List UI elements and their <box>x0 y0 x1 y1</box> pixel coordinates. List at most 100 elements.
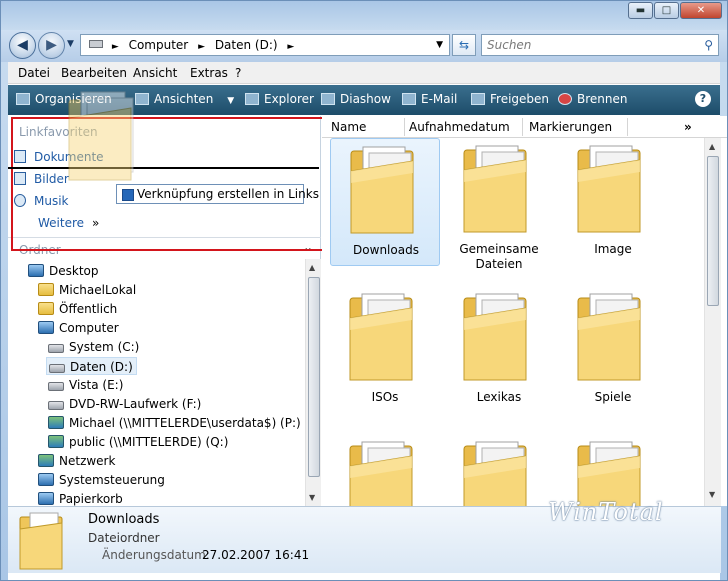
user-folder-icon <box>38 283 54 296</box>
minimize-icon: ▬ <box>635 5 646 16</box>
forward-button[interactable]: ▶ <box>38 32 65 59</box>
refresh-icon: ⇆ <box>458 38 470 52</box>
tree-label: Öffentlich <box>59 302 118 316</box>
tree-item-public-q[interactable]: public (\\MITTELERDE) (Q:) <box>48 433 228 451</box>
folder-item[interactable]: Gemeinsame Dateien <box>444 138 554 271</box>
drive-icon <box>89 40 103 48</box>
diashow-button[interactable]: Diashow <box>321 92 391 106</box>
tree-item-vista-e[interactable]: Vista (E:) <box>48 376 123 394</box>
back-button[interactable]: ◀ <box>9 32 36 59</box>
tree-item-netzwerk[interactable]: Netzwerk <box>38 452 115 470</box>
window-frame-left <box>0 62 8 581</box>
breadcrumb-arrow-icon[interactable]: ► <box>287 42 294 52</box>
watermark-logo: WinTotal <box>548 498 664 526</box>
breadcrumb-computer[interactable]: Computer <box>129 38 189 52</box>
email-button[interactable]: E-Mail <box>402 92 457 106</box>
column-separator[interactable] <box>522 118 523 136</box>
folder-icon <box>463 293 527 381</box>
network-drive-icon <box>48 416 64 429</box>
tree-label: Daten (D:) <box>70 360 133 374</box>
column-separator[interactable] <box>627 118 628 136</box>
content-scroll-thumb[interactable] <box>707 156 719 306</box>
folder-tree: Desktop MichaelLokal Öffentlich Computer… <box>8 259 304 506</box>
folder-item[interactable]: Downloads <box>330 138 440 266</box>
tree-label: Papierkorb <box>59 492 123 506</box>
tree-item-daten-d[interactable]: Daten (D:) <box>46 357 137 375</box>
content-scrollbar[interactable]: ▲ ▼ <box>704 138 721 506</box>
diashow-label: Diashow <box>340 92 391 106</box>
tree-item-michaellokal[interactable]: MichaelLokal <box>38 281 136 299</box>
close-button[interactable]: ✕ <box>680 2 722 19</box>
folder-icon <box>463 145 527 233</box>
search-placeholder: Suchen <box>487 38 532 52</box>
scroll-down-icon[interactable]: ▼ <box>309 493 315 502</box>
slideshow-icon <box>321 93 335 105</box>
folder-label: Lexikas <box>476 390 522 404</box>
network-drive-icon <box>48 435 64 448</box>
computer-icon <box>38 321 54 334</box>
control-panel-icon <box>38 473 54 486</box>
tree-item-oeffentlich[interactable]: Öffentlich <box>38 300 117 318</box>
column-name[interactable]: Name <box>331 120 366 134</box>
tree-scrollbar[interactable]: ▲ ▼ <box>305 259 321 506</box>
menu-datei[interactable]: Datei <box>18 66 50 80</box>
address-row: ◀ ▶ ▼ ► Computer ► Daten (D:) ► ▼ ⇆ Such… <box>0 30 728 62</box>
folder-icon <box>577 293 641 381</box>
email-label: E-Mail <box>421 92 458 106</box>
help-icon: ? <box>699 92 707 105</box>
details-date-label: Änderungsdatum: <box>102 548 210 562</box>
help-button[interactable]: ? <box>695 91 711 107</box>
organize-icon <box>16 93 30 105</box>
search-input[interactable]: Suchen ⚲ <box>481 34 719 56</box>
refresh-button[interactable]: ⇆ <box>452 34 476 56</box>
column-aufnahmedatum[interactable]: Aufnahmedatum <box>409 120 510 134</box>
tree-item-systemsteuerung[interactable]: Systemsteuerung <box>38 471 165 489</box>
arrow-left-icon: ◀ <box>17 37 28 53</box>
history-dropdown-icon[interactable]: ▼ <box>67 39 74 49</box>
menu-help[interactable]: ? <box>235 66 241 80</box>
menu-bearbeiten[interactable]: Bearbeiten <box>61 66 127 80</box>
network-icon <box>38 454 54 467</box>
folder-item[interactable]: Image <box>558 138 668 266</box>
breadcrumb-arrow-icon[interactable]: ► <box>198 42 205 52</box>
tree-item-system-c[interactable]: System (C:) <box>48 338 139 356</box>
breadcrumb-arrow-icon[interactable]: ► <box>112 42 119 52</box>
scroll-up-icon[interactable]: ▲ <box>709 142 715 151</box>
explorer-button[interactable]: Explorer <box>245 92 314 106</box>
tree-item-desktop[interactable]: Desktop <box>28 262 99 280</box>
tree-label: DVD-RW-Laufwerk (F:) <box>69 397 202 411</box>
tree-label: Desktop <box>49 264 99 278</box>
folder-icon <box>19 512 63 570</box>
maximize-button[interactable]: □ <box>654 2 679 19</box>
menu-extras[interactable]: Extras <box>190 66 228 80</box>
explorer-icon <box>245 93 259 105</box>
folder-label: Downloads <box>353 243 419 257</box>
folder-item[interactable]: Lexikas <box>444 286 554 414</box>
tree-item-dvd-f[interactable]: DVD-RW-Laufwerk (F:) <box>48 395 201 413</box>
folder-item[interactable]: ISOs <box>330 286 440 414</box>
folder-item[interactable]: Spiele <box>558 286 668 414</box>
tree-label: MichaelLokal <box>59 283 137 297</box>
tree-scroll-thumb[interactable] <box>308 277 320 477</box>
breadcrumb-daten[interactable]: Daten (D:) <box>215 38 278 52</box>
details-type: Dateiordner <box>88 531 160 545</box>
freigeben-button[interactable]: Freigeben <box>471 92 549 106</box>
search-icon[interactable]: ⚲ <box>704 35 713 55</box>
scroll-down-icon[interactable]: ▼ <box>709 490 715 499</box>
tree-item-michael-p[interactable]: Michael (\\MITTELERDE\userdata$) (P:) <box>48 414 301 432</box>
tree-item-computer[interactable]: Computer <box>38 319 119 337</box>
maximize-icon: □ <box>661 5 672 16</box>
minimize-button[interactable]: ▬ <box>628 2 653 19</box>
address-dropdown-icon[interactable]: ▼ <box>436 35 443 55</box>
tree-item-papierkorb[interactable]: Papierkorb <box>38 490 123 506</box>
address-bar[interactable]: ► Computer ► Daten (D:) ► ▼ <box>80 34 450 56</box>
brennen-button[interactable]: Brennen <box>558 92 627 106</box>
folder-label: Gemeinsame Dateien <box>459 242 539 271</box>
column-markierungen[interactable]: Markierungen <box>529 120 612 134</box>
column-separator[interactable] <box>404 118 405 136</box>
scroll-up-icon[interactable]: ▲ <box>309 263 315 272</box>
menu-ansicht[interactable]: Ansicht <box>133 66 177 80</box>
details-name: Downloads <box>88 512 160 527</box>
drive-icon <box>48 382 64 391</box>
more-columns-button[interactable]: » <box>684 120 692 134</box>
